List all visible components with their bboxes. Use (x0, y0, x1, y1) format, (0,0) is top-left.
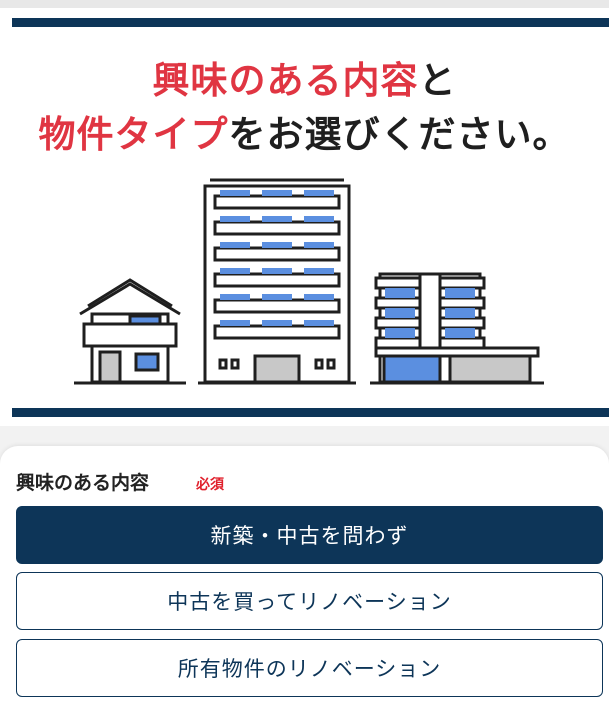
apartment-tower-icon (198, 178, 356, 385)
option-buy-used-renovate-button[interactable]: 中古を買ってリノベーション (16, 572, 603, 630)
headline-text-2: をお選びください。 (228, 113, 571, 156)
headline-accent-1: 興味のある内容 (152, 59, 419, 102)
section-title: 興味のある内容 (16, 472, 150, 494)
banner-bottom-rule (12, 408, 609, 417)
top-strip (0, 0, 609, 8)
banner-headline: 興味のある内容と 物件タイプをお選びください。 (0, 54, 609, 162)
required-badge: 必須 (196, 477, 224, 493)
headline-line-1: 興味のある内容と (0, 54, 609, 108)
buildings-illustration (74, 178, 544, 385)
banner-top-rule (12, 18, 609, 27)
option-new-or-used-button[interactable]: 新築・中古を問わず (16, 506, 603, 564)
headline-text-1: と (418, 59, 457, 102)
option-owned-renovation-button[interactable]: 所有物件のリノベーション (16, 639, 603, 697)
interest-form-card: 興味のある内容 必須 新築・中古を問わず 中古を買ってリノベーション 所有物件の… (0, 446, 609, 706)
house-icon (74, 278, 186, 385)
hero-banner: 興味のある内容と 物件タイプをお選びください。 (0, 8, 609, 426)
headline-line-2: 物件タイプをお選びください。 (0, 108, 609, 162)
office-building-icon (370, 272, 544, 385)
headline-accent-2: 物件タイプ (38, 113, 229, 156)
